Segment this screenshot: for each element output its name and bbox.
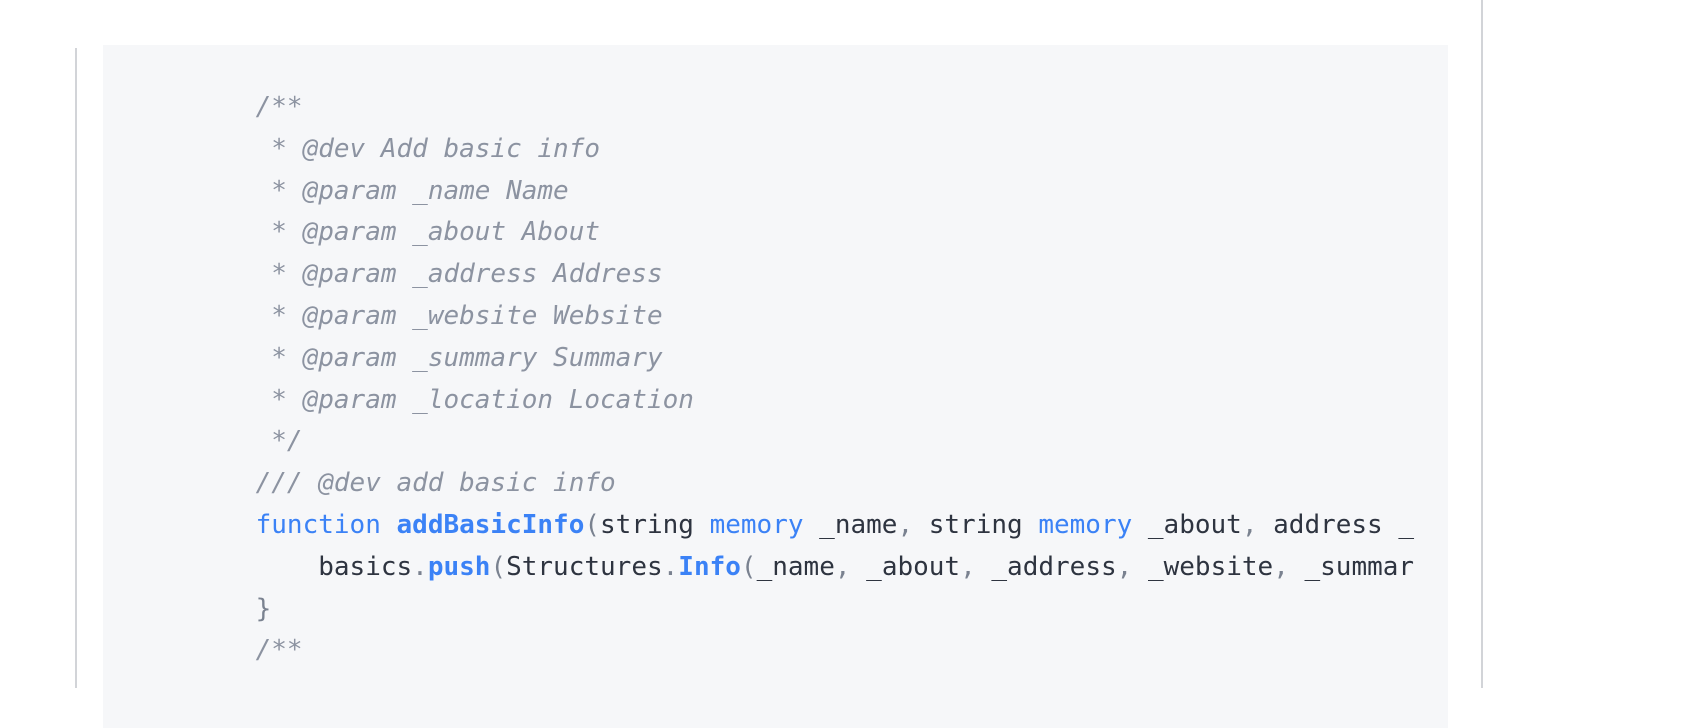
code-token-kw: memory (1038, 509, 1133, 540)
code-token-cmt: * @dev Add basic info (271, 133, 601, 164)
code-line: * @param _about About (193, 212, 1448, 254)
code-token-punc: . (662, 551, 679, 582)
code-token-cmt: /** (255, 92, 303, 122)
code-token-punc: , (834, 551, 851, 582)
left-vertical-rule (75, 48, 77, 688)
code-line: * @dev Add basic info (193, 129, 1448, 171)
code-token-plain: _name (803, 509, 898, 540)
code-token-cmt: /// @dev add basic info (255, 468, 616, 499)
code-token-plain: basics (318, 551, 413, 582)
code-line: * @param _summary Summary (193, 338, 1448, 380)
code-token-punc: , (1273, 551, 1289, 582)
code-token-punc: ( (490, 551, 507, 582)
code-line: function addBasicInfo(string memory _nam… (193, 505, 1448, 547)
code-token-plain: _summar (1288, 551, 1415, 582)
code-token-plain: _about (850, 551, 961, 582)
code-token-plain: _about (1132, 509, 1242, 540)
code-token-cmt: * @param _summary Summary (271, 342, 663, 373)
code-token-punc: . (412, 551, 428, 582)
code-token-punc: , (1116, 551, 1133, 582)
code-token-cmt: * @param _website Website (271, 300, 663, 331)
code-token-cmt: */ (271, 426, 303, 457)
code-line: */ (193, 421, 1448, 463)
right-vertical-rule (1481, 0, 1483, 688)
code-token-cmt: * @param _location Location (271, 384, 694, 415)
code-token-fn: push (427, 551, 491, 582)
code-line: * @param _address Address (193, 254, 1448, 296)
code-line: * @param _location Location (193, 380, 1448, 422)
code-line: } (193, 589, 1448, 631)
code-token-cmt: * @param _name Name (271, 175, 569, 206)
code-token-plain: Structures (506, 551, 663, 582)
code-line: * @param _name Name (193, 171, 1448, 213)
code-token-plain: string (600, 509, 710, 540)
code-token-plain: address _ (1257, 509, 1415, 540)
code-token-cmt: * @param _about About (271, 217, 601, 248)
page-canvas: /** * @dev Add basic info * @param _name… (0, 0, 1694, 728)
code-token-cmt: * @param _address Address (271, 259, 663, 290)
code-token-punc: ( (584, 509, 601, 540)
code-token-punc: , (897, 509, 914, 540)
code-line: basics.push(Structures.Info(_name, _abou… (193, 547, 1448, 589)
code-token-plain: _address (975, 551, 1117, 582)
code-token-plain: _name (756, 551, 835, 582)
code-token-punc: } (255, 593, 272, 624)
code-content[interactable]: /** * @dev Add basic info * @param _name… (103, 45, 1448, 672)
code-token-plain: string (913, 509, 1039, 540)
code-line: /** (193, 630, 1448, 672)
code-token-plain: _website (1132, 551, 1274, 582)
code-token-fn: Info (678, 551, 741, 582)
code-token-kw: function (255, 509, 381, 540)
code-token-punc: , (960, 551, 976, 582)
code-block[interactable]: /** * @dev Add basic info * @param _name… (103, 45, 1448, 728)
code-token-kw: memory (709, 509, 804, 540)
code-token-cmt: /** (255, 635, 303, 666)
code-line: /// @dev add basic info (193, 463, 1448, 505)
code-token-punc: ( (740, 551, 757, 582)
code-line: * @param _website Website (193, 296, 1448, 338)
code-token-punc: , (1241, 509, 1258, 540)
code-token-fn: addBasicInfo (396, 509, 585, 540)
code-line: /** (193, 87, 1448, 129)
